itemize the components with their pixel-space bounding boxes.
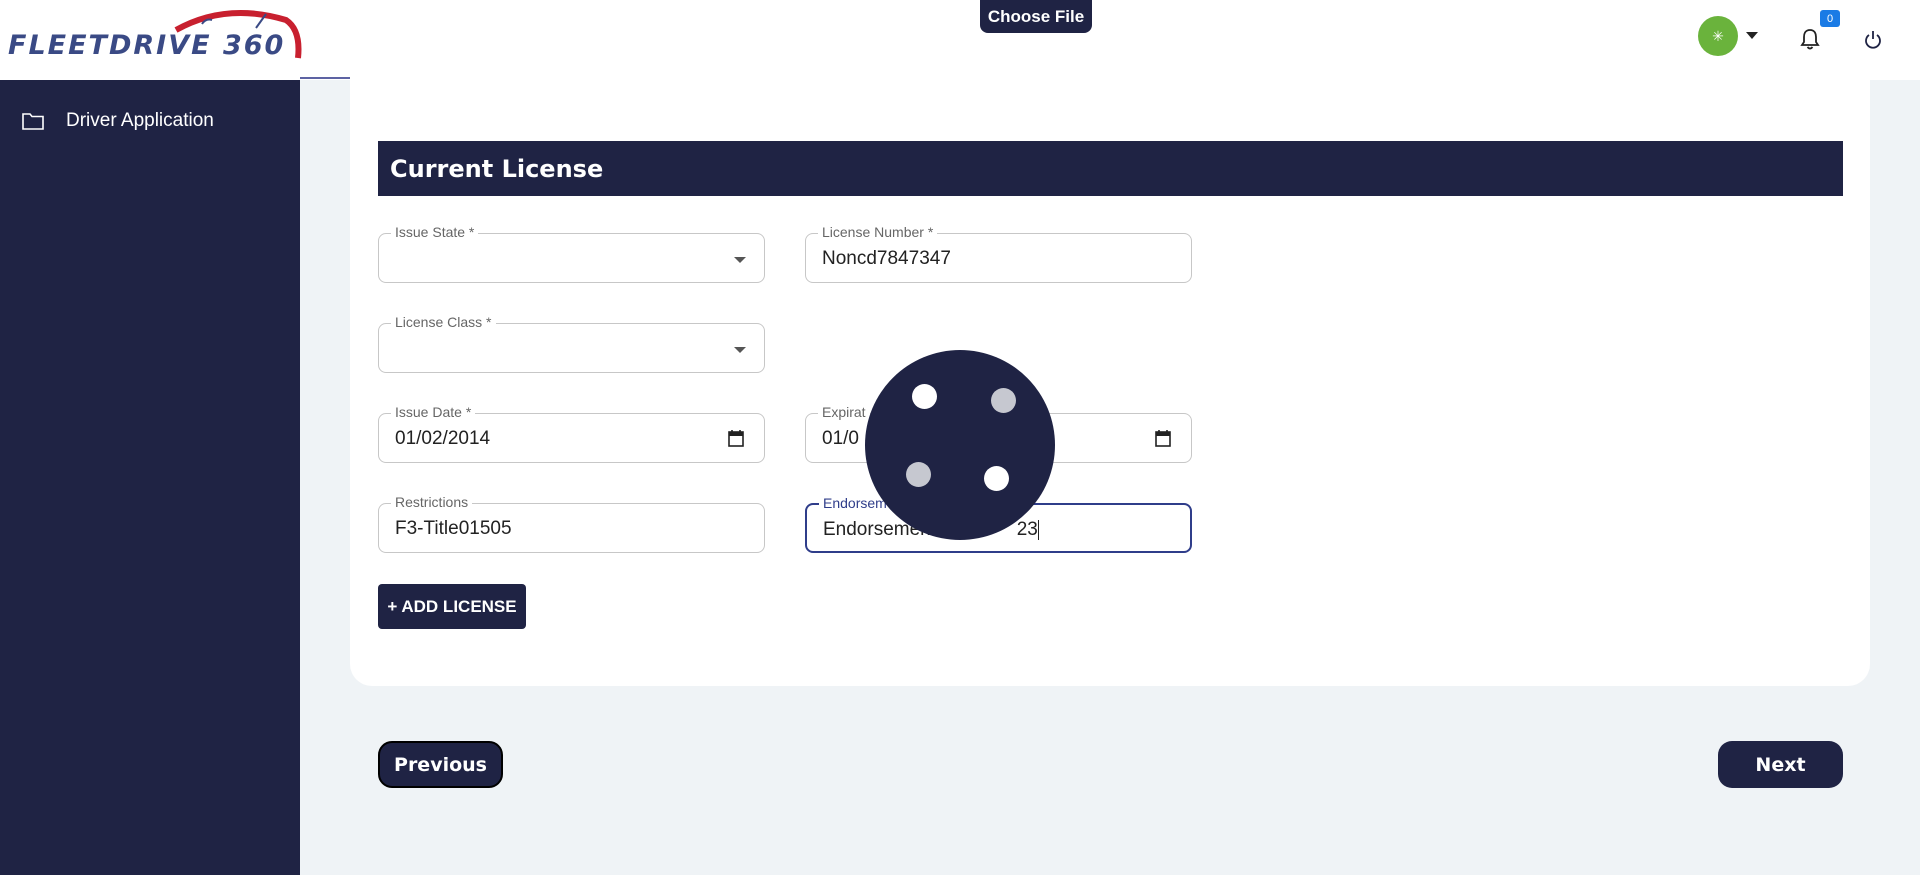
calendar-icon[interactable] (728, 429, 744, 447)
issue-state-select[interactable]: Issue State * (378, 224, 765, 283)
sidebar-item-label: Driver Application (66, 110, 214, 131)
logo-wordmark: FLEETDRIVE 360 (8, 30, 286, 61)
bell-icon[interactable] (1800, 28, 1820, 50)
calendar-icon[interactable] (1155, 429, 1171, 447)
loading-spinner (865, 350, 1055, 540)
spinner-dot (984, 466, 1009, 491)
restrictions-label: Restrictions (391, 494, 473, 510)
fleetdrive-logo[interactable]: FLEETDRIVE 360 (6, 8, 302, 70)
dropdown-arrow-icon (734, 257, 746, 263)
spinner-dot (906, 462, 931, 487)
restrictions-field[interactable]: Restrictions F3-Title01505 (378, 494, 765, 553)
power-icon[interactable] (1864, 30, 1882, 50)
dropdown-arrow-icon (734, 347, 746, 353)
license-class-label: License Class * (391, 314, 496, 330)
sidebar-item-driver-application[interactable]: Driver Application (22, 110, 214, 132)
license-number-value: Noncd7847347 (822, 248, 951, 269)
license-class-select[interactable]: License Class * (378, 314, 765, 373)
choose-file-button[interactable]: Choose File (980, 0, 1092, 33)
expiration-date-value: 01/0 (822, 428, 859, 449)
add-license-button[interactable]: + ADD LICENSE (378, 584, 526, 629)
license-number-label: License Number * (818, 224, 938, 240)
issue-date-value: 01/02/2014 (395, 428, 491, 449)
notification-badge: 0 (1820, 10, 1840, 27)
expiration-date-label: Expirat (818, 404, 870, 420)
spinner-dot (912, 384, 937, 409)
sidebar: Driver Application (0, 80, 300, 875)
folder-icon (22, 113, 44, 130)
user-avatar[interactable]: ✳ (1698, 16, 1738, 56)
next-button[interactable]: Next (1718, 741, 1843, 788)
issue-date-field[interactable]: Issue Date * 01/02/2014 (378, 404, 765, 463)
endorsements-value-end: 23 (1016, 519, 1038, 540)
chevron-down-icon[interactable] (1746, 32, 1758, 39)
restrictions-value: F3-Title01505 (395, 518, 512, 539)
text-cursor (1037, 519, 1039, 540)
issue-date-label: Issue Date * (391, 404, 476, 420)
license-number-field[interactable]: License Number * Noncd7847347 (805, 224, 1192, 283)
section-title: Current License (378, 141, 1843, 196)
issue-state-label: Issue State * (391, 224, 479, 240)
previous-button[interactable]: Previous (378, 741, 503, 788)
spinner-dot (991, 388, 1016, 413)
